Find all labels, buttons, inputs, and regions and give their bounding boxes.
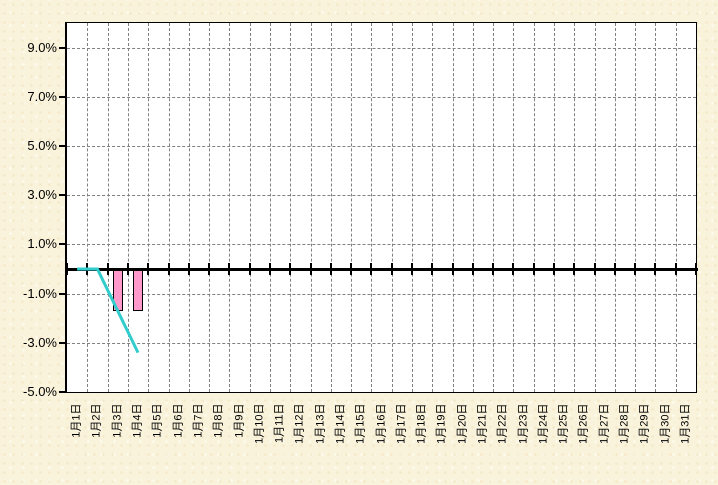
x-axis-label: 1月8日 bbox=[213, 404, 226, 464]
y-axis-label: -1.0% bbox=[0, 286, 57, 302]
x-axis-label: 1月4日 bbox=[132, 404, 145, 464]
x-axis-label: 1月10日 bbox=[253, 404, 266, 464]
x-axis-label: 1月12日 bbox=[294, 404, 307, 464]
x-axis-label: 1月3日 bbox=[111, 404, 124, 464]
y-axis-tick bbox=[59, 194, 65, 196]
x-axis-label: 1月30日 bbox=[659, 404, 672, 464]
y-axis-tick bbox=[59, 243, 65, 245]
x-axis-label: 1月17日 bbox=[395, 404, 408, 464]
y-axis-tick bbox=[59, 391, 65, 393]
y-axis-label: -3.0% bbox=[0, 335, 57, 351]
x-axis-label: 1月31日 bbox=[679, 404, 692, 464]
y-axis-tick bbox=[59, 342, 65, 344]
y-axis-tick bbox=[59, 145, 65, 147]
x-axis-label: 1月13日 bbox=[314, 404, 327, 464]
x-axis-label: 1月11日 bbox=[274, 404, 287, 464]
x-axis-label: 1月6日 bbox=[172, 404, 185, 464]
x-axis-label: 1月29日 bbox=[639, 404, 652, 464]
cumulative-line bbox=[67, 23, 696, 392]
x-axis-label: 1月25日 bbox=[558, 404, 571, 464]
y-axis-label: 9.0% bbox=[0, 40, 57, 56]
y-axis-tick bbox=[59, 293, 65, 295]
x-axis-label: 1月19日 bbox=[436, 404, 449, 464]
x-axis-label: 1月14日 bbox=[334, 404, 347, 464]
y-axis-tick bbox=[59, 47, 65, 49]
chart: 9.0% 7.0% 5.0% 3.0% 1.0% -1.0% -3.0% -5.0% 1月1日… bbox=[0, 0, 718, 485]
y-axis-label: 1.0% bbox=[0, 236, 57, 252]
y-axis-label: 5.0% bbox=[0, 138, 57, 154]
y-axis-label: 7.0% bbox=[0, 89, 57, 105]
y-axis-label: -5.0% bbox=[0, 384, 57, 400]
x-axis-label: 1月21日 bbox=[477, 404, 490, 464]
x-axis-label: 1月20日 bbox=[456, 404, 469, 464]
x-axis-label: 1月18日 bbox=[416, 404, 429, 464]
x-axis-label: 1月15日 bbox=[355, 404, 368, 464]
x-axis-label: 1月1日 bbox=[71, 404, 84, 464]
x-axis-label: 1月27日 bbox=[598, 404, 611, 464]
y-axis-tick bbox=[59, 96, 65, 98]
x-axis-label: 1月24日 bbox=[537, 404, 550, 464]
x-axis-label: 1月2日 bbox=[91, 404, 104, 464]
x-axis-label: 1月26日 bbox=[578, 404, 591, 464]
x-axis-label: 1月22日 bbox=[497, 404, 510, 464]
x-axis-label: 1月16日 bbox=[375, 404, 388, 464]
x-axis-label: 1月28日 bbox=[619, 404, 632, 464]
x-axis-label: 1月5日 bbox=[152, 404, 165, 464]
y-axis-label: 3.0% bbox=[0, 187, 57, 203]
x-axis-label: 1月9日 bbox=[233, 404, 246, 464]
plot-area bbox=[65, 22, 697, 393]
x-axis-label: 1月23日 bbox=[517, 404, 530, 464]
x-axis-label: 1月7日 bbox=[192, 404, 205, 464]
